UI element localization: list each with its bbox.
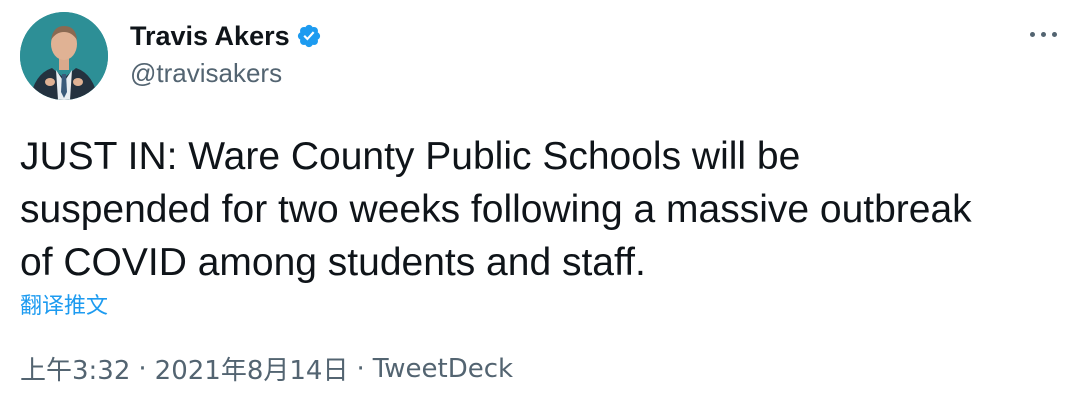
tweet-date[interactable]: 2021年8月14日 bbox=[155, 350, 349, 387]
more-options-icon[interactable] bbox=[1028, 18, 1060, 50]
tweet-text: JUST IN: Ware County Public Schools will… bbox=[20, 135, 972, 284]
tweet-card: Travis Akers @travisakers JUST IN: Ware … bbox=[0, 0, 1080, 402]
tweet-meta: 上午3:32 · 2021年8月14日 · TweetDeck bbox=[20, 350, 513, 387]
meta-separator: · bbox=[138, 353, 147, 384]
display-name[interactable]: Travis Akers bbox=[130, 21, 290, 52]
meta-separator: · bbox=[356, 353, 365, 384]
author-block: Travis Akers @travisakers bbox=[130, 14, 322, 89]
translate-tweet-link[interactable]: 翻译推文 bbox=[20, 288, 108, 320]
tweet-source[interactable]: TweetDeck bbox=[373, 354, 513, 384]
tweet-time[interactable]: 上午3:32 bbox=[20, 350, 130, 387]
author-handle[interactable]: @travisakers bbox=[130, 58, 322, 89]
verified-badge-icon bbox=[296, 23, 322, 49]
name-row: Travis Akers bbox=[130, 14, 322, 58]
avatar[interactable] bbox=[20, 12, 108, 100]
